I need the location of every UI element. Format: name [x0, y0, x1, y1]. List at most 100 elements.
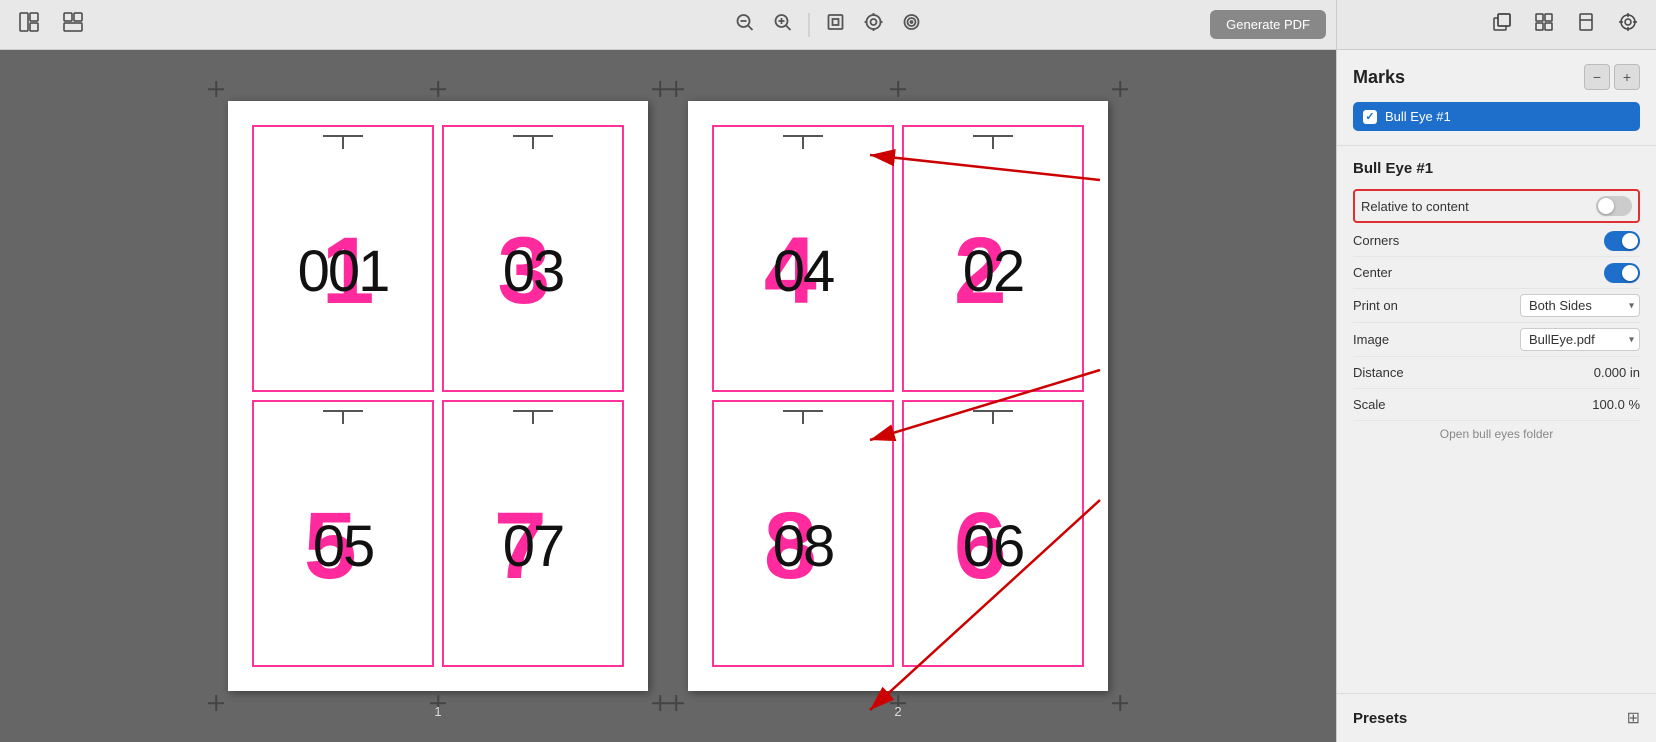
bull-eye-label: Bull Eye #1 [1385, 109, 1451, 124]
toolbar-separator [809, 13, 810, 37]
marks-section: Marks − + ✓ Bull Eye #1 [1337, 50, 1656, 146]
card-1-3: 05 5 [252, 400, 434, 667]
scale-value: 100.0 % [1592, 397, 1640, 412]
card-tmark-1-1 [323, 135, 363, 149]
toolbar-right: Generate PDF [1210, 10, 1326, 39]
toolbar: Generate PDF [0, 0, 1656, 50]
card-1-1: 001 1 [252, 125, 434, 392]
zoom-fit-btn[interactable] [858, 8, 890, 41]
marks-header: Marks − + [1353, 64, 1640, 90]
presets-grid-icon[interactable]: ⊞ [1627, 708, 1640, 728]
relative-to-content-toggle[interactable] [1596, 196, 1632, 216]
zoom-full-btn[interactable] [896, 8, 928, 41]
page-spread: 001 1 03 3 [208, 81, 1128, 711]
card-black-num-2-2: 02 [963, 238, 1024, 305]
card-black-num-1-3: 05 [313, 513, 374, 580]
image-row: Image BullEye.pdf [1353, 323, 1640, 357]
distance-label: Distance [1353, 365, 1404, 380]
card-black-num-1-2: 03 [503, 238, 564, 305]
layout-icon-1-btn[interactable] [12, 7, 46, 42]
crosshair-tl-1 [208, 81, 224, 97]
relative-to-content-row: Relative to content [1353, 189, 1640, 223]
main-area: 001 1 03 3 [0, 50, 1656, 742]
card-2-3: 08 8 [712, 400, 894, 667]
toggle-knob [1598, 198, 1614, 214]
distance-value: 0.000 in [1594, 365, 1640, 380]
crosshair-br-1 [652, 695, 668, 711]
settings-section: Bull Eye #1 Relative to content Corners … [1337, 146, 1656, 455]
card-tmark-2-2 [973, 135, 1013, 149]
card-black-num-2-3: 08 [773, 513, 834, 580]
card-2-1: 04 4 [712, 125, 894, 392]
page-1: 001 1 03 3 [228, 101, 648, 691]
page-label-2: 2 [894, 704, 901, 719]
crosshair-tr-2 [1112, 81, 1128, 97]
corners-toggle-knob [1622, 233, 1638, 249]
center-label: Center [1353, 265, 1392, 280]
card-2-2: 02 2 [902, 125, 1084, 392]
presets-section: Presets ⊞ [1337, 693, 1656, 742]
card-grid-2: 04 4 02 2 [688, 101, 1108, 691]
target-btn[interactable] [1610, 7, 1646, 42]
corners-label: Corners [1353, 233, 1399, 248]
corners-toggle[interactable] [1604, 231, 1640, 251]
print-on-row: Print on Both Sides Front Only Back Only [1353, 289, 1640, 323]
card-tmark-2-1 [783, 135, 823, 149]
card-1-4: 07 7 [442, 400, 624, 667]
card-content-2-1: 04 4 [714, 153, 892, 390]
print-on-dropdown[interactable]: Both Sides Front Only Back Only [1520, 294, 1640, 317]
center-toggle-knob [1622, 265, 1638, 281]
marks-title: Marks [1353, 67, 1405, 88]
toolbar-left [12, 7, 90, 42]
layout-icon-2-btn[interactable] [56, 7, 90, 42]
card-content-2-2: 02 2 [904, 153, 1082, 390]
card-content-1-3: 05 5 [254, 428, 432, 665]
card-2-4: 06 6 [902, 400, 1084, 667]
card-black-num-2-4: 06 [963, 513, 1024, 580]
card-tmark-2-4 [973, 410, 1013, 424]
card-1-2: 03 3 [442, 125, 624, 392]
card-black-num-2-1: 04 [773, 238, 834, 305]
crosshair-tm-1 [430, 81, 446, 97]
marks-minus-btn[interactable]: − [1584, 64, 1610, 90]
card-tmark-1-3 [323, 410, 363, 424]
center-toggle[interactable] [1604, 263, 1640, 283]
zoom-out-btn[interactable] [729, 8, 761, 41]
scale-label: Scale [1353, 397, 1386, 412]
settings-title: Bull Eye #1 [1353, 160, 1640, 177]
image-label: Image [1353, 332, 1389, 347]
grid-view-btn[interactable] [1526, 7, 1562, 42]
page-label-1: 1 [434, 704, 441, 719]
card-content-2-3: 08 8 [714, 428, 892, 665]
card-black-num-1-1: 001 [298, 238, 389, 305]
presets-header: Presets ⊞ [1353, 708, 1640, 728]
distance-row: Distance 0.000 in [1353, 357, 1640, 389]
corners-row: Corners [1353, 225, 1640, 257]
image-dropdown[interactable]: BullEye.pdf [1520, 328, 1640, 351]
card-black-num-1-4: 07 [503, 513, 564, 580]
fit-page-btn[interactable] [820, 8, 852, 41]
bull-eye-checkbox[interactable]: ✓ [1363, 110, 1377, 124]
crosshair-tl-2 [668, 81, 684, 97]
open-bull-eyes-folder-link[interactable]: Open bull eyes folder [1353, 421, 1640, 447]
bull-eye-item[interactable]: ✓ Bull Eye #1 [1353, 102, 1640, 131]
canvas-area[interactable]: 001 1 03 3 [0, 50, 1336, 742]
relative-to-content-label: Relative to content [1361, 199, 1469, 214]
crosshair-tm-2 [890, 81, 906, 97]
image-dropdown-wrapper: BullEye.pdf [1520, 328, 1640, 351]
zoom-in-btn[interactable] [767, 8, 799, 41]
copy-layout-btn[interactable] [1484, 7, 1520, 42]
crosshair-br-2 [1112, 695, 1128, 711]
right-panel: Marks − + ✓ Bull Eye #1 Bull Eye #1 Rela… [1336, 50, 1656, 742]
presets-title: Presets [1353, 710, 1407, 727]
marks-plus-btn[interactable]: + [1614, 64, 1640, 90]
crosshair-bl-1 [208, 695, 224, 711]
generate-pdf-button[interactable]: Generate PDF [1210, 10, 1326, 39]
top-right-icons [1336, 0, 1656, 50]
card-tmark-1-4 [513, 410, 553, 424]
marks-header-btns: − + [1584, 64, 1640, 90]
print-on-dropdown-wrapper: Both Sides Front Only Back Only [1520, 294, 1640, 317]
center-row: Center [1353, 257, 1640, 289]
print-on-label: Print on [1353, 298, 1398, 313]
single-view-btn[interactable] [1568, 7, 1604, 42]
